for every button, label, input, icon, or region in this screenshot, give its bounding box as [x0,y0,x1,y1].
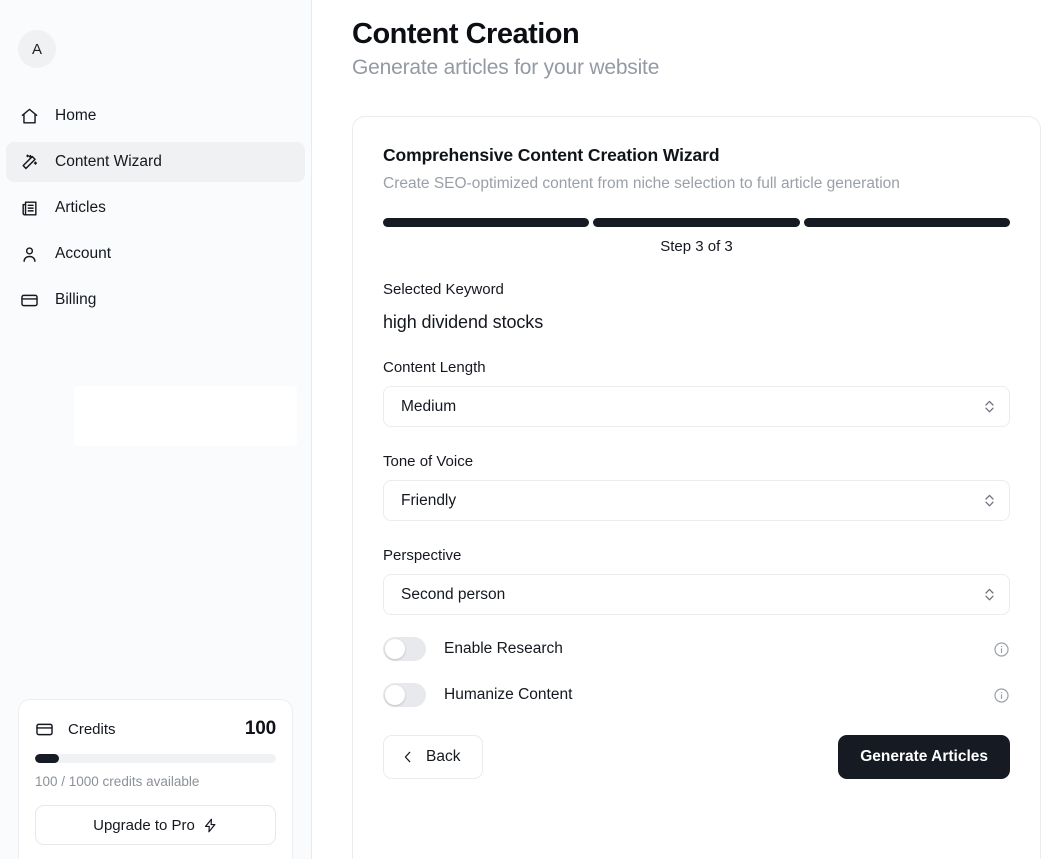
page-title: Content Creation [352,18,580,50]
upgrade-to-pro-button[interactable]: Upgrade to Pro [35,805,276,845]
selected-keyword-label: Selected Keyword [383,281,504,298]
app-root: A Home Content Wizard Articles Account B… [0,0,1049,859]
credits-value: 100 [244,718,276,739]
credits-progress-fill [35,754,60,763]
info-icon[interactable] [993,687,1010,704]
wand-icon [20,153,39,172]
humanize-content-label: Humanize Content [444,686,573,703]
main-content: Content Creation Generate articles for y… [312,0,1049,859]
step-segment-3 [803,218,1010,227]
wizard-actions: Back Generate Articles [383,735,1010,779]
perspective-value: Second person [401,585,506,603]
chevron-up-down-icon [984,399,995,414]
credits-progress-bar [35,754,276,763]
step-indicator-text: Step 3 of 3 [660,238,733,255]
sidebar-item-label: Content Wizard [55,153,162,170]
avatar[interactable]: A [18,30,56,68]
back-button[interactable]: Back [383,735,484,779]
wizard-subtitle: Create SEO-optimized content from niche … [383,175,900,192]
wizard-card: Comprehensive Content Creation Wizard Cr… [352,116,1041,859]
humanize-content-toggle[interactable] [383,683,426,707]
enable-research-row: Enable Research [383,637,1010,661]
credits-panel: Credits 100 100 / 1000 credits available… [18,699,293,859]
sidebar-item-label: Account [55,245,112,262]
page-subtitle: Generate articles for your website [352,56,660,79]
credits-label: Credits [68,720,116,738]
sidebar-item-label: Billing [55,291,97,308]
sidebar-item-label: Articles [55,199,106,216]
perspective-label: Perspective [383,547,462,564]
perspective-select[interactable]: Second person [383,574,1010,615]
step-progress [383,218,1010,227]
sidebar-item-articles[interactable]: Articles [6,188,305,228]
credits-available-text: 100 / 1000 credits available [35,774,200,789]
step-segment-1 [383,218,590,227]
back-label: Back [426,748,461,765]
generate-articles-button[interactable]: Generate Articles [838,735,1010,779]
toggle-knob [385,685,405,705]
enable-research-toggle[interactable] [383,637,426,661]
sidebar-item-home[interactable]: Home [6,96,305,136]
chevron-up-down-icon [984,493,995,508]
tone-of-voice-label: Tone of Voice [383,453,474,470]
user-icon [20,245,39,264]
selected-keyword-value: high dividend stocks [383,312,544,332]
sidebar-item-label: Home [55,107,97,124]
sidebar-placeholder-panel [74,386,297,446]
step-segment-2 [593,218,800,227]
sidebar-nav: Home Content Wizard Articles Account Bil… [0,96,311,326]
tone-of-voice-value: Friendly [401,491,457,509]
sidebar-item-billing[interactable]: Billing [6,280,305,320]
toggle-knob [385,639,405,659]
chevron-left-icon [401,750,415,764]
chevron-up-down-icon [984,587,995,602]
newspaper-icon [20,199,39,218]
home-icon [20,107,39,126]
info-icon[interactable] [993,641,1010,658]
credit-card-icon [35,720,54,739]
lightning-bolt-icon [203,818,218,833]
credit-card-icon [20,291,39,310]
tone-of-voice-select[interactable]: Friendly [383,480,1010,521]
sidebar: A Home Content Wizard Articles Account B… [0,0,312,859]
content-length-select[interactable]: Medium [383,386,1010,427]
avatar-row: A [0,0,311,68]
credits-label-group: Credits [35,720,116,739]
enable-research-label: Enable Research [444,640,563,657]
sidebar-item-content-wizard[interactable]: Content Wizard [6,142,305,182]
wizard-title: Comprehensive Content Creation Wizard [383,145,720,165]
content-length-label: Content Length [383,359,486,376]
sidebar-item-account[interactable]: Account [6,234,305,274]
generate-articles-label: Generate Articles [860,748,988,765]
upgrade-label: Upgrade to Pro [93,816,195,834]
credits-header: Credits 100 [35,718,276,740]
humanize-content-row: Humanize Content [383,683,1010,707]
content-length-value: Medium [401,397,457,415]
